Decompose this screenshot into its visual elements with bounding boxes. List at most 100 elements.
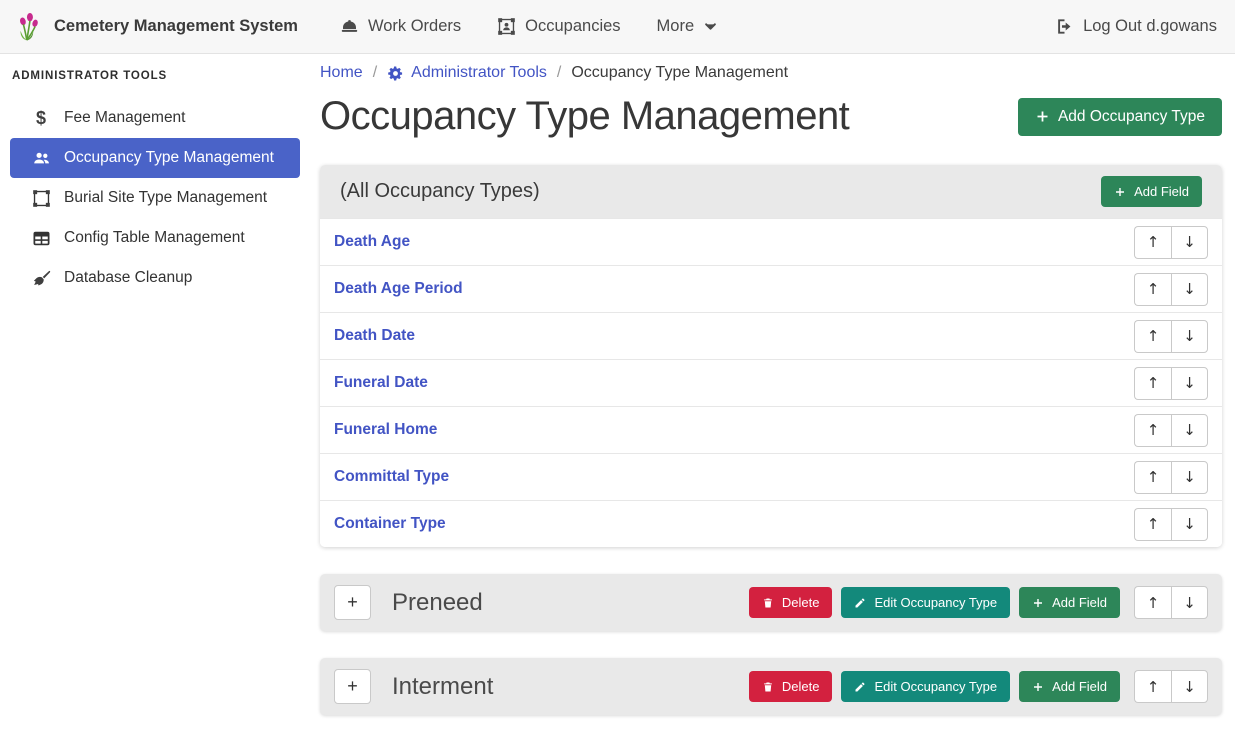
delete-label: Delete <box>782 679 820 694</box>
reorder-controls: ↑ ↓ <box>1134 586 1208 619</box>
sidebar-item-label: Config Table Management <box>64 229 245 247</box>
move-down-button[interactable]: ↓ <box>1171 508 1208 541</box>
sign-out-icon <box>1055 17 1074 36</box>
trash-icon <box>762 597 774 609</box>
main-content: Home / Administrator Tools / Occupancy T… <box>310 54 1235 738</box>
page-header: Occupancy Type Management Add Occupancy … <box>320 94 1222 139</box>
breadcrumb-admin-tools-link[interactable]: Administrator Tools <box>387 64 547 82</box>
top-navbar: Cemetery Management System Work Orders <box>0 0 1235 54</box>
field-link-death-age[interactable]: Death Age <box>334 233 410 251</box>
nav-occupancies-label: Occupancies <box>525 17 620 36</box>
field-row: Funeral Home ↑ ↓ <box>320 406 1222 453</box>
add-field-button[interactable]: Add Field <box>1019 671 1120 702</box>
tulip-logo-icon <box>14 11 44 43</box>
edit-occupancy-type-button[interactable]: Edit Occupancy Type <box>841 587 1010 618</box>
breadcrumb-admin-tools-label: Administrator Tools <box>411 64 547 82</box>
move-down-button[interactable]: ↓ <box>1171 320 1208 353</box>
sidebar-item-occupancy-type-management[interactable]: Occupancy Type Management <box>10 138 300 178</box>
add-occupancy-type-button[interactable]: Add Occupancy Type <box>1018 98 1222 136</box>
sidebar-item-burial-site-type-management[interactable]: Burial Site Type Management <box>10 178 300 218</box>
dollar-icon: $ <box>30 108 52 128</box>
field-link-funeral-date[interactable]: Funeral Date <box>334 374 428 392</box>
app-window: Cemetery Management System Work Orders <box>0 0 1235 738</box>
sidebar-item-fee-management[interactable]: $ Fee Management <box>10 98 300 138</box>
add-field-label: Add Field <box>1052 679 1107 694</box>
move-up-button[interactable]: ↑ <box>1134 320 1171 353</box>
move-down-button[interactable]: ↓ <box>1171 273 1208 306</box>
navbar-menu: Work Orders Occupancies More <box>340 17 718 36</box>
field-link-death-date[interactable]: Death Date <box>334 327 415 345</box>
sidebar: ADMINISTRATOR TOOLS $ Fee Management Occ… <box>0 54 310 738</box>
breadcrumb-current: Occupancy Type Management <box>571 64 788 82</box>
trash-icon <box>762 681 774 693</box>
sidebar-item-label: Burial Site Type Management <box>64 189 267 207</box>
breadcrumb-current-label: Occupancy Type Management <box>571 64 788 82</box>
logout-button[interactable]: Log Out d.gowans <box>1055 17 1217 36</box>
brand[interactable]: Cemetery Management System <box>14 11 298 43</box>
add-field-button[interactable]: Add Field <box>1101 176 1202 207</box>
move-up-button[interactable]: ↑ <box>1134 508 1171 541</box>
frame-icon <box>30 188 52 208</box>
field-row: Container Type ↑ ↓ <box>320 500 1222 547</box>
move-down-button[interactable]: ↓ <box>1171 414 1208 447</box>
move-up-button[interactable]: ↑ <box>1134 670 1171 703</box>
sidebar-item-label: Fee Management <box>64 109 186 127</box>
reorder-controls: ↑ ↓ <box>1134 414 1208 447</box>
broom-icon <box>30 268 52 288</box>
hard-hat-icon <box>340 17 359 36</box>
move-down-button[interactable]: ↓ <box>1171 670 1208 703</box>
move-down-button[interactable]: ↓ <box>1171 461 1208 494</box>
panel-title: (All Occupancy Types) <box>340 180 540 203</box>
breadcrumb-separator: / <box>373 64 377 82</box>
chevron-down-icon <box>703 19 718 34</box>
move-up-button[interactable]: ↑ <box>1134 367 1171 400</box>
move-down-button[interactable]: ↓ <box>1171 586 1208 619</box>
plus-icon <box>1032 597 1044 609</box>
expand-button[interactable]: + <box>334 669 371 704</box>
pencil-icon <box>854 597 866 609</box>
field-row: Death Age Period ↑ ↓ <box>320 265 1222 312</box>
move-up-button[interactable]: ↑ <box>1134 461 1171 494</box>
field-link-death-age-period[interactable]: Death Age Period <box>334 280 463 298</box>
field-link-container-type[interactable]: Container Type <box>334 515 446 533</box>
sidebar-item-config-table-management[interactable]: Config Table Management <box>10 218 300 258</box>
plus-icon <box>1114 186 1126 198</box>
reorder-controls: ↑ ↓ <box>1134 226 1208 259</box>
table-icon <box>30 228 52 248</box>
nav-more-label: More <box>657 17 695 36</box>
nav-work-orders[interactable]: Work Orders <box>340 17 461 36</box>
reorder-controls: ↑ ↓ <box>1134 367 1208 400</box>
section-interment: + Interment Delete Edit Occupancy Type <box>320 658 1222 715</box>
add-field-label: Add Field <box>1134 184 1189 199</box>
reorder-controls: ↑ ↓ <box>1134 461 1208 494</box>
breadcrumb-home-label: Home <box>320 64 363 82</box>
delete-button[interactable]: Delete <box>749 671 833 702</box>
plus-icon <box>1035 109 1050 124</box>
add-field-label: Add Field <box>1052 595 1107 610</box>
all-occupancy-types-panel: (All Occupancy Types) Add Field Death Ag… <box>320 165 1222 547</box>
occupancy-frame-icon <box>497 17 516 36</box>
sidebar-item-database-cleanup[interactable]: Database Cleanup <box>10 258 300 298</box>
sidebar-heading: ADMINISTRATOR TOOLS <box>0 60 310 98</box>
section-title: Preneed <box>392 589 749 617</box>
field-link-funeral-home[interactable]: Funeral Home <box>334 421 437 439</box>
delete-button[interactable]: Delete <box>749 587 833 618</box>
section-actions: Delete Edit Occupancy Type Add Field <box>749 586 1208 619</box>
field-row: Death Age ↑ ↓ <box>320 218 1222 265</box>
reorder-controls: ↑ ↓ <box>1134 670 1208 703</box>
move-down-button[interactable]: ↓ <box>1171 367 1208 400</box>
expand-button[interactable]: + <box>334 585 371 620</box>
nav-more[interactable]: More <box>657 17 719 36</box>
move-up-button[interactable]: ↑ <box>1134 586 1171 619</box>
move-up-button[interactable]: ↑ <box>1134 226 1171 259</box>
field-row: Committal Type ↑ ↓ <box>320 453 1222 500</box>
breadcrumb-home-link[interactable]: Home <box>320 64 363 82</box>
field-link-committal-type[interactable]: Committal Type <box>334 468 449 486</box>
nav-occupancies[interactable]: Occupancies <box>497 17 620 36</box>
move-up-button[interactable]: ↑ <box>1134 273 1171 306</box>
edit-occupancy-type-button[interactable]: Edit Occupancy Type <box>841 671 1010 702</box>
nav-work-orders-label: Work Orders <box>368 17 461 36</box>
add-field-button[interactable]: Add Field <box>1019 587 1120 618</box>
move-up-button[interactable]: ↑ <box>1134 414 1171 447</box>
move-down-button[interactable]: ↓ <box>1171 226 1208 259</box>
